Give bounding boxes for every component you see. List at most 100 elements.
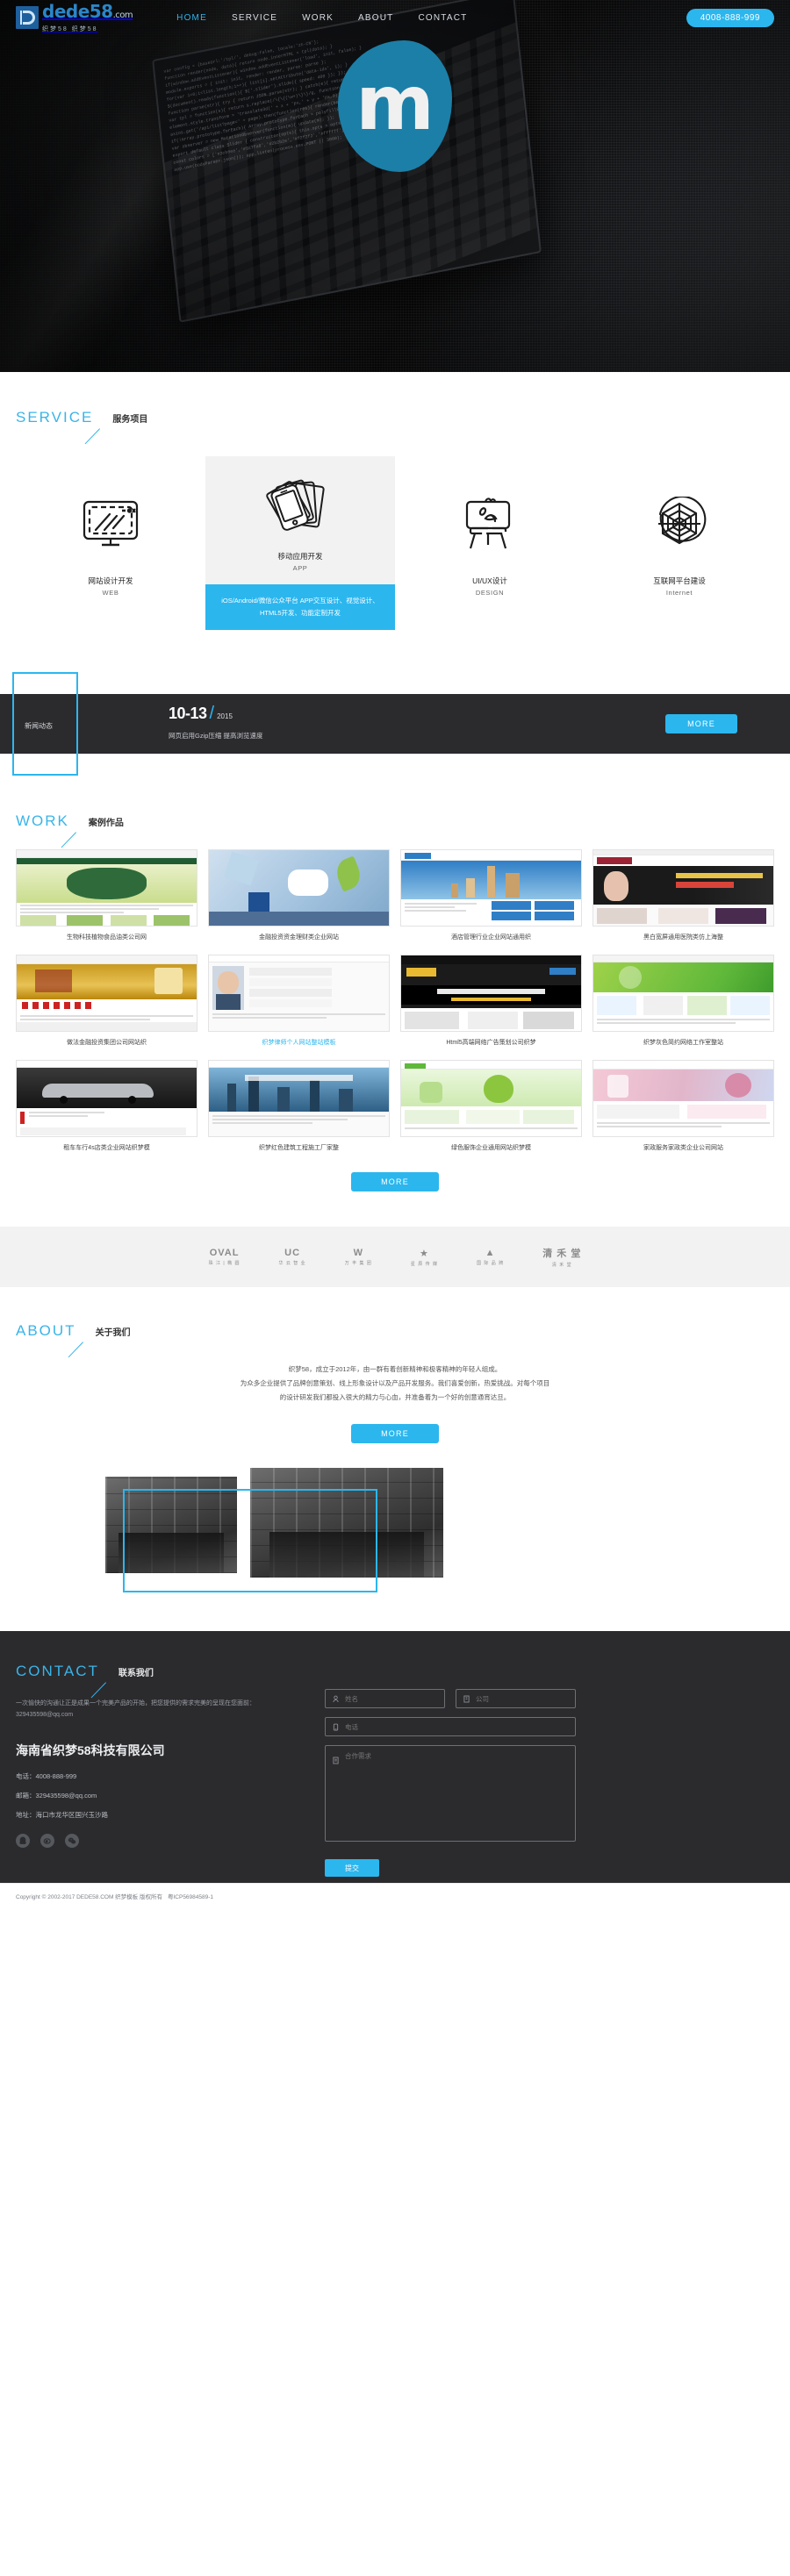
- work-grid: 生物科技植物食品油类公司网 金融投资资金理财类企业网站 酒店管理行业企业网站通用…: [16, 849, 774, 1153]
- hotline-badge[interactable]: 4008-888-999: [686, 8, 774, 27]
- work-item[interactable]: 租车车行4s店类企业网站织梦模: [16, 1060, 198, 1153]
- work-thumbnail: [592, 1060, 774, 1137]
- logo-subtitle: 织梦58 织梦58: [42, 25, 98, 32]
- partner-sub: 清 禾 堂: [551, 1263, 572, 1268]
- about-more-button[interactable]: MORE: [351, 1424, 439, 1443]
- work-item[interactable]: 织梦律师个人网站整站模板: [208, 955, 390, 1048]
- work-item[interactable]: 织梦灰色简约网络工作室整站: [592, 955, 774, 1048]
- partner-logo[interactable]: ★ 星 辰 传 媒: [411, 1248, 438, 1267]
- contact-section: CONTACT 联系我们 一次愉快的沟通让正是成果一个完美产品的开始，把您提供的…: [0, 1631, 790, 1883]
- partner-name: UC: [284, 1248, 301, 1258]
- partner-logo[interactable]: OVAL 珠 江 | 椭 圆: [209, 1248, 241, 1266]
- partner-logo[interactable]: UC 华 云 智 业: [279, 1248, 306, 1266]
- user-icon: [332, 1694, 339, 1703]
- contact-intro-text: 一次愉快的沟通让正是成果一个完美产品的开始，把您提供的需求完美的呈现在您面前：3…: [16, 1700, 255, 1718]
- top-navigation-bar: dede58.com 织梦58 织梦58 HOME SERVICE WORK A…: [0, 0, 790, 35]
- news-date-slash: /: [209, 704, 215, 723]
- qq-icon[interactable]: [16, 1834, 30, 1848]
- work-thumbnail: [592, 849, 774, 927]
- nav-item-about[interactable]: ABOUT: [358, 13, 393, 23]
- service-card-design[interactable]: UI/UX设计 DESIGN: [395, 456, 585, 630]
- service-grid: 网站设计开发 WEB 移动应用开发 APP iOS/Android/微信公众平台…: [16, 456, 774, 630]
- news-section: 新闻动态 10-13 / 2015 网页启用Gzip压缩 提高浏览速度 MORE: [0, 672, 790, 777]
- form-row-name-company: [325, 1689, 772, 1708]
- copyright-text: Copyright © 2002-2017 DEDE58.COM 织梦模板 版权…: [16, 1893, 162, 1900]
- service-name: UI/UX设计: [472, 576, 507, 585]
- wechat-icon[interactable]: [65, 1834, 79, 1848]
- work-more-wrap: MORE: [0, 1172, 790, 1191]
- work-more-button[interactable]: MORE: [351, 1172, 439, 1191]
- work-item[interactable]: 家政服务家政类企业公司网站: [592, 1060, 774, 1153]
- news-headline[interactable]: 网页启用Gzip压缩 提高浏览速度: [169, 731, 263, 741]
- service-name-en: WEB: [102, 589, 119, 597]
- service-name-en: Internet: [665, 589, 693, 597]
- service-card-web[interactable]: 网站设计开发 WEB: [16, 456, 205, 630]
- weibo-icon[interactable]: [40, 1834, 54, 1848]
- nav-item-service[interactable]: SERVICE: [232, 13, 277, 23]
- work-item[interactable]: 黑白宽屏通用医院类仿上海整: [592, 849, 774, 942]
- site-logo[interactable]: dede58.com 织梦58 织梦58: [16, 3, 133, 33]
- news-more-button[interactable]: MORE: [665, 714, 737, 733]
- note-icon: [332, 1756, 339, 1764]
- work-caption: 家政服务家政类企业公司网站: [643, 1145, 723, 1151]
- nav-item-work[interactable]: WORK: [302, 13, 334, 23]
- partner-logo[interactable]: ▲ 国 际 品 牌: [477, 1248, 504, 1266]
- work-title-en: WORK: [16, 812, 69, 829]
- news-date-monthday: 10-13: [169, 705, 207, 722]
- about-paragraph: 织梦58，成立于2012年，由一群有着创新精神和极客精神的年轻人组成。: [288, 1365, 502, 1373]
- partner-sub: 华 云 智 业: [278, 1261, 306, 1266]
- work-caption: 织梦灰色简约网络工作室整站: [643, 1040, 723, 1046]
- form-row-request: [325, 1745, 772, 1843]
- work-caption: 织梦律师个人网站整站模板: [262, 1040, 336, 1046]
- icp-number: 粤ICP56984589-1: [167, 1893, 214, 1900]
- footer-copyright-bar: Copyright © 2002-2017 DEDE58.COM 织梦模板 版权…: [0, 1883, 790, 1907]
- work-thumbnail: [400, 955, 582, 1032]
- request-textarea[interactable]: [326, 1746, 575, 1843]
- contact-title-cn: 联系我们: [118, 1669, 154, 1678]
- contact-title-en: CONTACT: [16, 1663, 99, 1679]
- work-item[interactable]: 绿色服饰企业通用网站织梦模: [400, 1060, 582, 1153]
- about-section: ABOUT 关于我们 织梦58，成立于2012年，由一群有着创新精神和极客精神的…: [0, 1287, 790, 1608]
- news-date-year: 2015: [217, 712, 233, 720]
- nav-item-home[interactable]: HOME: [176, 13, 207, 23]
- hero-letter: m: [356, 60, 434, 147]
- partner-name: 清 禾 堂: [542, 1249, 582, 1259]
- work-item[interactable]: 生物科技植物食品油类公司网: [16, 849, 198, 942]
- work-item[interactable]: 酒店管理行业企业网站通用织: [400, 849, 582, 942]
- news-content[interactable]: 10-13 / 2015 网页启用Gzip压缩 提高浏览速度: [169, 705, 263, 741]
- mobile-cards-icon: [265, 472, 335, 546]
- partner-logo[interactable]: 清 禾 堂 清 禾 堂: [542, 1246, 581, 1268]
- about-title-en: ABOUT: [16, 1322, 76, 1339]
- contact-form: 提交: [325, 1689, 772, 1877]
- service-card-internet[interactable]: 互联网平台建设 Internet: [585, 456, 774, 630]
- about-description: 织梦58，成立于2012年，由一群有着创新精神和极客精神的年轻人组成。 为众多企…: [149, 1363, 641, 1405]
- name-field-wrap: [325, 1689, 445, 1708]
- tel-input[interactable]: [326, 1718, 575, 1735]
- nav-item-contact[interactable]: CONTACT: [418, 13, 467, 23]
- service-name: 移动应用开发: [277, 552, 323, 561]
- building-icon: [463, 1694, 470, 1703]
- news-label: 新闻动态: [25, 722, 53, 730]
- web-globe-icon: [651, 488, 707, 562]
- company-field-wrap: [456, 1689, 576, 1708]
- about-paragraph: 的设计研发我们都投入很大的精力与心血，并准备着为一个好的创意通宵达旦。: [279, 1393, 511, 1401]
- name-input[interactable]: [326, 1690, 444, 1707]
- work-item[interactable]: Html5高端网络广告策划公司织梦: [400, 955, 582, 1048]
- work-item[interactable]: 金融投资资金理财类企业网站: [208, 849, 390, 942]
- company-input[interactable]: [456, 1690, 575, 1707]
- work-caption: 金融投资资金理财类企业网站: [259, 934, 339, 941]
- work-item[interactable]: 做法金融投资集团公司网站织: [16, 955, 198, 1048]
- partner-logo[interactable]: W 万 丰 集 团: [345, 1248, 372, 1266]
- submit-button[interactable]: 提交: [325, 1859, 379, 1877]
- partner-name: OVAL: [209, 1248, 240, 1258]
- contact-heading: CONTACT 联系我们: [0, 1663, 790, 1680]
- work-caption: 织梦红色建筑工程施工厂家整: [259, 1145, 339, 1151]
- work-caption: 生物科技植物食品油类公司网: [67, 934, 147, 941]
- tel-field-wrap: [325, 1717, 576, 1736]
- service-title-en: SERVICE: [16, 409, 94, 426]
- service-name-en: DESIGN: [475, 589, 505, 597]
- service-card-app[interactable]: 移动应用开发 APP iOS/Android/微信公众平台 APP交互设计、视觉…: [205, 456, 395, 630]
- work-item[interactable]: 织梦红色建筑工程施工厂家整: [208, 1060, 390, 1153]
- work-section: WORK 案例作品 生物科技植物食品油类公司网 金融投资资金理财类企业网站 酒店…: [0, 777, 790, 1214]
- work-caption: 黑白宽屏通用医院类仿上海整: [643, 934, 723, 941]
